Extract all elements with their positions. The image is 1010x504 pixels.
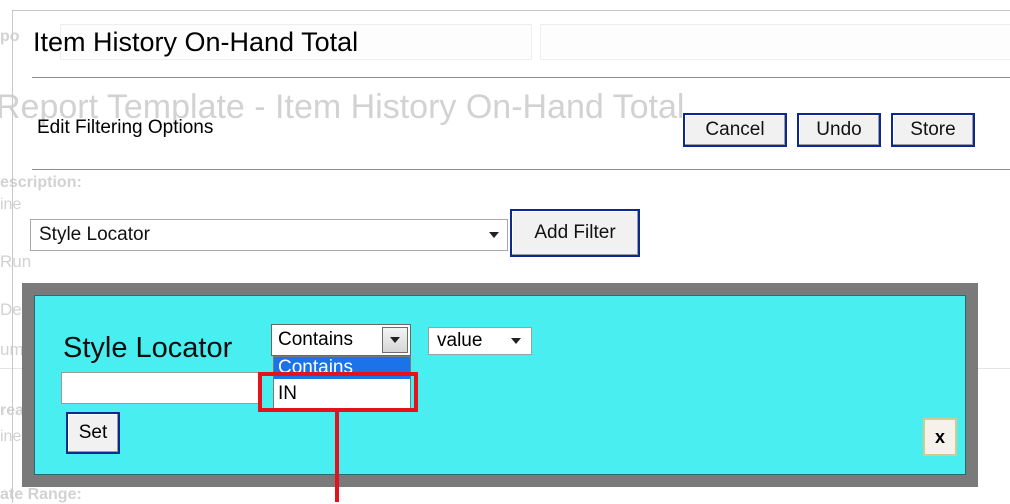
filter-panel: Style Locator Contains value Contains IN… [34, 295, 966, 475]
highlight-box [258, 372, 418, 412]
filter-field-select[interactable]: Style Locator [30, 219, 508, 251]
chevron-down-icon [390, 337, 400, 343]
chevron-down-icon [489, 232, 499, 238]
undo-button[interactable]: Undo [797, 113, 881, 147]
value-type-select[interactable]: value [428, 327, 532, 355]
operator-select[interactable]: Contains [271, 324, 411, 356]
chevron-down-icon [511, 338, 521, 344]
operator-value: Contains [278, 329, 353, 350]
value-type-value: value [437, 330, 483, 351]
store-button[interactable]: Store [891, 113, 975, 147]
filter-value-input[interactable] [61, 372, 261, 404]
cancel-button[interactable]: Cancel [683, 113, 787, 147]
dialog-title: Item History On-Hand Total [33, 27, 359, 57]
filter-field-value: Style Locator [39, 224, 150, 245]
remove-filter-button[interactable]: x [923, 418, 957, 456]
operator-dropdown-button[interactable] [382, 327, 408, 353]
callout-pointer-line [335, 412, 339, 502]
dialog-subtitle: Edit Filtering Options [37, 117, 214, 138]
subtitle-divider [32, 169, 1010, 170]
filter-panel-frame: Style Locator Contains value Contains IN… [22, 283, 978, 487]
add-filter-button[interactable]: Add Filter [510, 209, 640, 257]
filter-name: Style Locator [63, 332, 233, 364]
set-button[interactable]: Set [66, 412, 120, 454]
title-divider [32, 77, 1010, 78]
